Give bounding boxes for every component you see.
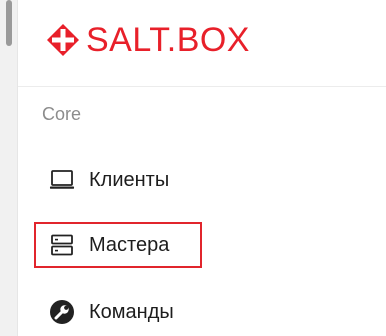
sidebar-item-clients[interactable]: Клиенты xyxy=(34,158,202,202)
sidebar-item-commands[interactable]: Команды xyxy=(34,290,202,334)
scrollbar-track[interactable] xyxy=(0,0,18,336)
brand-name: SALT.BOX xyxy=(86,21,250,59)
sidebar-item-masters[interactable]: Мастера xyxy=(34,222,202,268)
saltbox-diamond-icon xyxy=(47,24,79,56)
brand-logo-link[interactable]: SALT.BOX xyxy=(46,22,250,58)
laptop-icon xyxy=(49,167,75,193)
sidebar-item-label: Команды xyxy=(89,300,174,323)
sidebar-item-label: Клиенты xyxy=(89,168,170,191)
server-icon xyxy=(49,232,75,258)
header-divider xyxy=(18,86,386,87)
wrench-icon xyxy=(49,299,75,325)
section-label-core: Core xyxy=(42,104,82,124)
sidebar-item-label: Мастера xyxy=(89,233,170,256)
sidebar-panel: SALT.BOX Core Клиенты Мастера Команды xyxy=(0,0,386,336)
scrollbar-thumb[interactable] xyxy=(6,0,12,46)
